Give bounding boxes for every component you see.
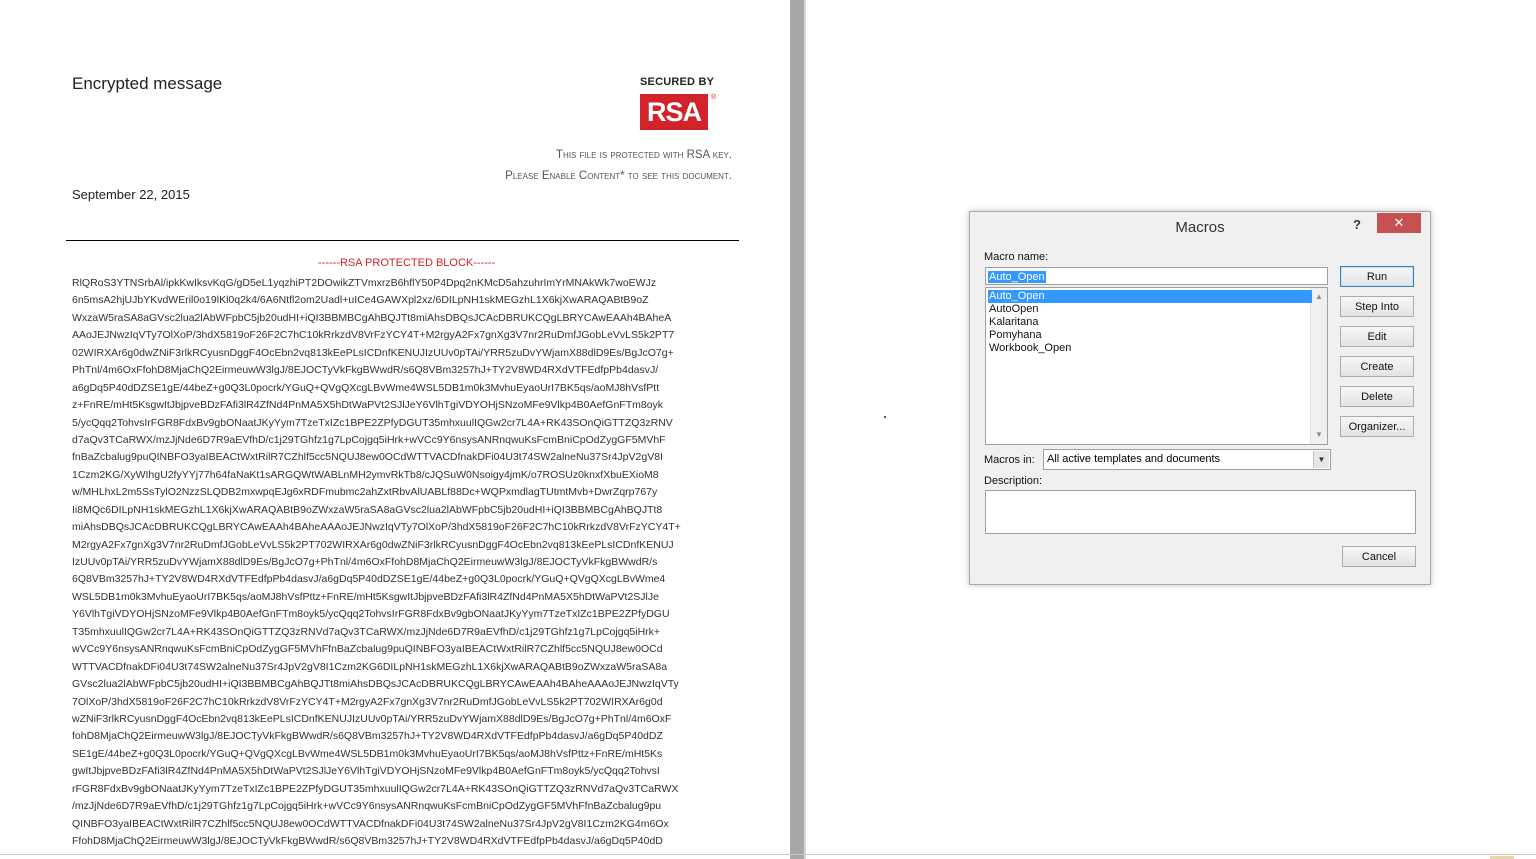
secured-by-label: SECURED BY — [640, 76, 715, 88]
encrypted-line: WTTVACDfnakDFi04U3t74SW2alneNu37Sr4JpV2g… — [72, 660, 668, 673]
macro-list-item[interactable]: Kalaritana — [988, 316, 1312, 329]
encrypted-line: rFGR8FdxBv9gbONaatJKyYym7TzeTxIZc1BPE2ZP… — [72, 782, 679, 795]
encrypted-line: T35mhxuulIQGw2cr7L4A+RK43SOnQiGTTZQ3zRNV… — [72, 625, 661, 638]
macros-in-value: All active templates and documents — [1047, 453, 1221, 465]
help-icon[interactable]: ? — [1353, 217, 1361, 232]
macros-in-select[interactable]: All active templates and documents ▼ — [1043, 449, 1331, 470]
encrypted-line: RlQRoS3YTNSrbAl/ipkKwIksvKqG/gD5eL1yqzhi… — [72, 277, 657, 289]
cancel-button[interactable]: Cancel — [1342, 546, 1416, 567]
encrypted-line: d7aQv3TCaRWX/mzJjNde6D7R9aEVfhD/c1j29TGh… — [72, 433, 666, 446]
encrypted-block: RlQRoS3YTNSrbAl/ipkKwIksvKqG/gD5eL1yqzhi… — [72, 275, 732, 850]
encrypted-line: gwItJbjpveBDzFAfi3lR4ZfNd4PnMA5X5hDtWaPV… — [72, 765, 660, 778]
encrypted-line: wZNiF3rlkRCyusnDggF4OcEbn2vq813kEePLsICD… — [72, 712, 672, 725]
encrypted-line: 1Czm2KG/XyWIhgU2fyYYj77h64faNaKt1sARGQWt… — [72, 468, 659, 481]
macros-dialog: Macros ? ✕ Macro name: Auto_Open ▲ ▼ Aut… — [969, 211, 1431, 585]
scroll-down-icon[interactable]: ▼ — [1311, 428, 1327, 442]
encrypted-line: IzUUv0pTAi/YRR5zuDvYWjamX88dlD9Es/BgJcO7… — [72, 556, 658, 568]
encrypted-line: GVsc2lua2lAbWFpbC5jb20udHI+iQI3BBMBCgAhB… — [72, 678, 679, 691]
encrypted-line: wVCc9Y6nsysANRnqwuKsFcmBniCpOdZygGF5MVhF… — [72, 643, 663, 656]
macro-name-label: Macro name: — [984, 251, 1049, 263]
mouse-cursor-dot — [884, 416, 886, 418]
description-label: Description: — [984, 475, 1043, 487]
enable-content-notice: Please Enable Content* to see this docum… — [505, 170, 732, 182]
encrypted-line: 6n5msA2hjUJbYKvdWEril0o19lKl0q2k4/6A6Ntf… — [72, 294, 649, 307]
edit-button[interactable]: Edit — [1340, 326, 1414, 347]
macro-list-item[interactable]: Pomyhana — [988, 329, 1312, 342]
encrypted-line: w/MHLhxL2m5SsTylO2NzzSLQDB2mxwpqEJg6xRDF… — [72, 486, 658, 499]
registered-mark: ® — [711, 94, 717, 101]
encrypted-line: 6Q8VBm3257hJ+TY2V8WD4RXdVTFEdfpPb4dasvJ/… — [72, 573, 666, 586]
encrypted-line: 7OlXoP/3hdX5819oF26F2C7hC10kRrkzdV8VrFzY… — [72, 695, 663, 708]
chevron-down-icon[interactable]: ▼ — [1313, 451, 1329, 468]
encrypted-line: WxzaW5raSA8aGVsc2lua2lAbWFpbC5jb20udHI+i… — [72, 311, 672, 324]
macro-name-input[interactable]: Auto_Open — [985, 267, 1328, 285]
close-button[interactable]: ✕ — [1377, 213, 1421, 233]
dialog-title: Macros — [1175, 219, 1225, 236]
run-button[interactable]: Run — [1340, 266, 1414, 287]
description-box — [985, 490, 1416, 534]
step-into-button[interactable]: Step Into — [1340, 296, 1414, 317]
macro-list[interactable]: ▲ ▼ Auto_Open AutoOpen Kalaritana Pomyhana W… — [985, 287, 1328, 445]
encrypted-line: PhTnl/4m6OxFfohD8MjaChQ2EirmeuwW3lgJ/8EJ… — [72, 364, 659, 377]
encrypted-line: a6gDq5P40dDZSE1gE/44beZ+g0Q3L0pocrk/YGuQ… — [72, 381, 660, 394]
encrypted-line: 5/ycQqq2TohvsIrFGR8FdxBv9gbONaatJKyYym7T… — [72, 416, 673, 429]
delete-button[interactable]: Delete — [1340, 386, 1414, 407]
macro-list-item[interactable]: AutoOpen — [988, 303, 1312, 316]
document-title: Encrypted message — [72, 74, 223, 93]
encrypted-line: fohD8MjaChQ2EirmeuwW3lgJ/8EJOCTyVkFkgBWw… — [72, 730, 663, 743]
macro-list-item[interactable]: Auto_Open — [988, 290, 1312, 303]
encrypted-line: SE1gE/44beZ+g0Q3L0pocrk/YGuQ+QVgQXcgLBvW… — [72, 747, 663, 760]
rsa-block-header: ------RSA PROTECTED BLOCK------ — [318, 257, 496, 269]
encrypted-line: fnBaZcbalug9puQINBFO3yaIBEACtWxtRilR7CZh… — [72, 451, 663, 464]
macros-in-label: Macros in: — [984, 454, 1035, 466]
document-date: September 22, 2015 — [72, 187, 190, 202]
create-button[interactable]: Create — [1340, 356, 1414, 377]
protection-notice: This file is protected with RSA key. — [556, 149, 732, 161]
encrypted-line: M2rgyA2Fx7gnXg3V7nr2RuDmfJGobLeVvLS5k2PT… — [72, 538, 674, 551]
encrypted-line: Y6VlhTgiVDYOHjSNzoMFe9Vlkp4B0AefGnFTm8oy… — [72, 608, 670, 621]
horizontal-rule — [66, 240, 739, 241]
encrypted-line: miAhsDBQsJCAcDBRUKCQgLBRYCAwEAAh4BAheAAA… — [72, 521, 681, 534]
document-page: Encrypted message SECURED BY RSA ® This … — [0, 0, 790, 859]
encrypted-line: WSL5DB1m0k3MvhuEyaoUrI7BK5qs/aoMJ8hVsfPt… — [72, 590, 659, 603]
scroll-up-icon[interactable]: ▲ — [1311, 290, 1327, 304]
page-separator-edge — [804, 0, 806, 859]
status-divider — [0, 854, 1536, 855]
encrypted-line: QINBFO3yaIBEACtWxtRilR7CZhlf5cc5NQUJ8ew0… — [72, 817, 669, 830]
encrypted-line: Ii8MQc6DILpNH1skMEGzhL1X6kjXwARAQABtB9oZ… — [72, 503, 663, 516]
encrypted-line: AAoJEJNwzIqVTy7OlXoP/3hdX5819oF26F2C7hC1… — [72, 329, 675, 342]
macro-name-value: Auto_Open — [988, 271, 1046, 283]
encrypted-line: 02WIRXAr6g0dwZNiF3rlkRCyusnDggF4OcEbn2vq… — [72, 346, 674, 359]
encrypted-line: /mzJjNde6D7R9aEVfhD/c1j29TGhfz1g7LpCojgq… — [72, 800, 662, 813]
encrypted-line: FfohD8MjaChQ2EirmeuwW3lgJ/8EJOCTyVkFkgBW… — [72, 835, 663, 847]
rsa-logo: RSA — [640, 94, 708, 130]
organizer-button[interactable]: Organizer... — [1340, 416, 1414, 437]
list-scrollbar[interactable]: ▲ ▼ — [1310, 288, 1327, 444]
encrypted-line: z+FnRE/mHt5KsgwItJbjpveBDzFAfi3lR4ZfNd4P… — [72, 399, 664, 412]
macro-list-item[interactable]: Workbook_Open — [988, 342, 1312, 355]
